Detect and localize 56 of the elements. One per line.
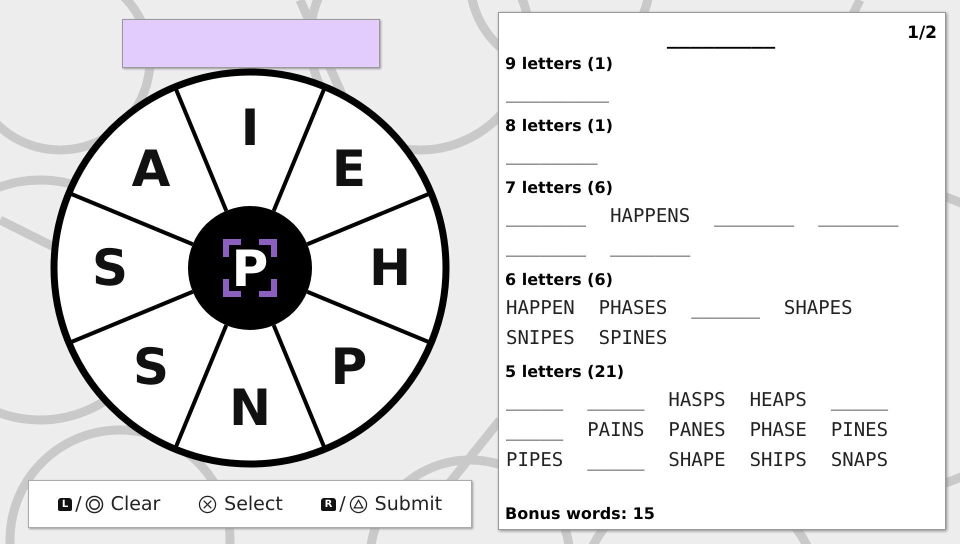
word-entry: SHAPE <box>668 448 726 473</box>
cross-button-icon <box>198 494 218 514</box>
word-entry: _______ <box>818 204 898 229</box>
word-entry: PHASE <box>750 418 807 443</box>
group-heading: 8 letters (1) <box>505 115 614 137</box>
control-hint-label: Clear <box>110 493 160 515</box>
word-entry: _____ <box>506 418 564 443</box>
control-hint-label: Submit <box>374 493 442 515</box>
word-entry: PINES <box>830 418 888 443</box>
word-entry: _______ <box>506 204 586 229</box>
circle-button-icon <box>84 494 104 514</box>
wheel-letter[interactable]: P <box>330 338 368 396</box>
word-entry: HAPPEN <box>506 296 575 321</box>
center-letter[interactable]: P <box>232 240 268 298</box>
wheel-letter[interactable]: S <box>92 239 128 297</box>
word-entry: HEAPS <box>750 388 807 413</box>
word-entry: _________ <box>506 80 609 105</box>
word-entry: _____ <box>587 388 644 413</box>
word-entry: PIPES <box>506 448 564 473</box>
wheel-letter[interactable]: E <box>332 140 366 198</box>
hint-word: _________ <box>666 24 776 51</box>
word-entry: ______ <box>691 296 760 321</box>
bonus-words-count: Bonus words: 15 <box>505 504 655 523</box>
wheel-letter[interactable]: A <box>132 140 170 198</box>
group-heading: 9 letters (1) <box>505 53 614 75</box>
wheel-letter[interactable]: H <box>369 239 411 297</box>
word-entry: PHASES <box>598 296 668 321</box>
word-entry: SHAPES <box>784 296 853 321</box>
word-entry: _______ <box>714 204 794 229</box>
control-hint-label: Select <box>224 493 283 515</box>
group-heading: 6 letters (6) <box>505 269 614 291</box>
word-entry: _____ <box>830 388 888 413</box>
word-entry: PAINS <box>587 418 644 443</box>
word-entry: SNAPS <box>830 448 888 473</box>
wheel-letter[interactable]: N <box>229 379 271 437</box>
word-entry: SNIPES <box>506 326 575 351</box>
separator-text: / <box>75 493 82 515</box>
triangle-button-icon <box>348 494 368 514</box>
word-entry: _____ <box>587 448 644 473</box>
word-entry: _______ <box>506 234 586 259</box>
page-indicator: 1/2 <box>907 23 937 43</box>
group-heading: 5 letters (21) <box>505 361 626 383</box>
word-entry: _______ <box>610 234 690 259</box>
word-entry: HAPPENS <box>610 204 690 229</box>
word-entry: PANES <box>668 418 726 443</box>
separator-text: / <box>339 493 346 515</box>
word-entry: ________ <box>506 142 598 167</box>
group-heading: 7 letters (6) <box>505 177 614 199</box>
shoulder-button-key: R <box>320 498 336 510</box>
word-entry: SPINES <box>598 326 668 351</box>
shoulder-button-key: L <box>58 498 72 510</box>
wheel-letter[interactable]: I <box>240 99 260 157</box>
word-entry: SHIPS <box>750 448 807 473</box>
wheel-letter[interactable]: S <box>133 338 170 396</box>
word-entry: _____ <box>506 388 564 413</box>
word-entry: HASPS <box>668 388 726 413</box>
